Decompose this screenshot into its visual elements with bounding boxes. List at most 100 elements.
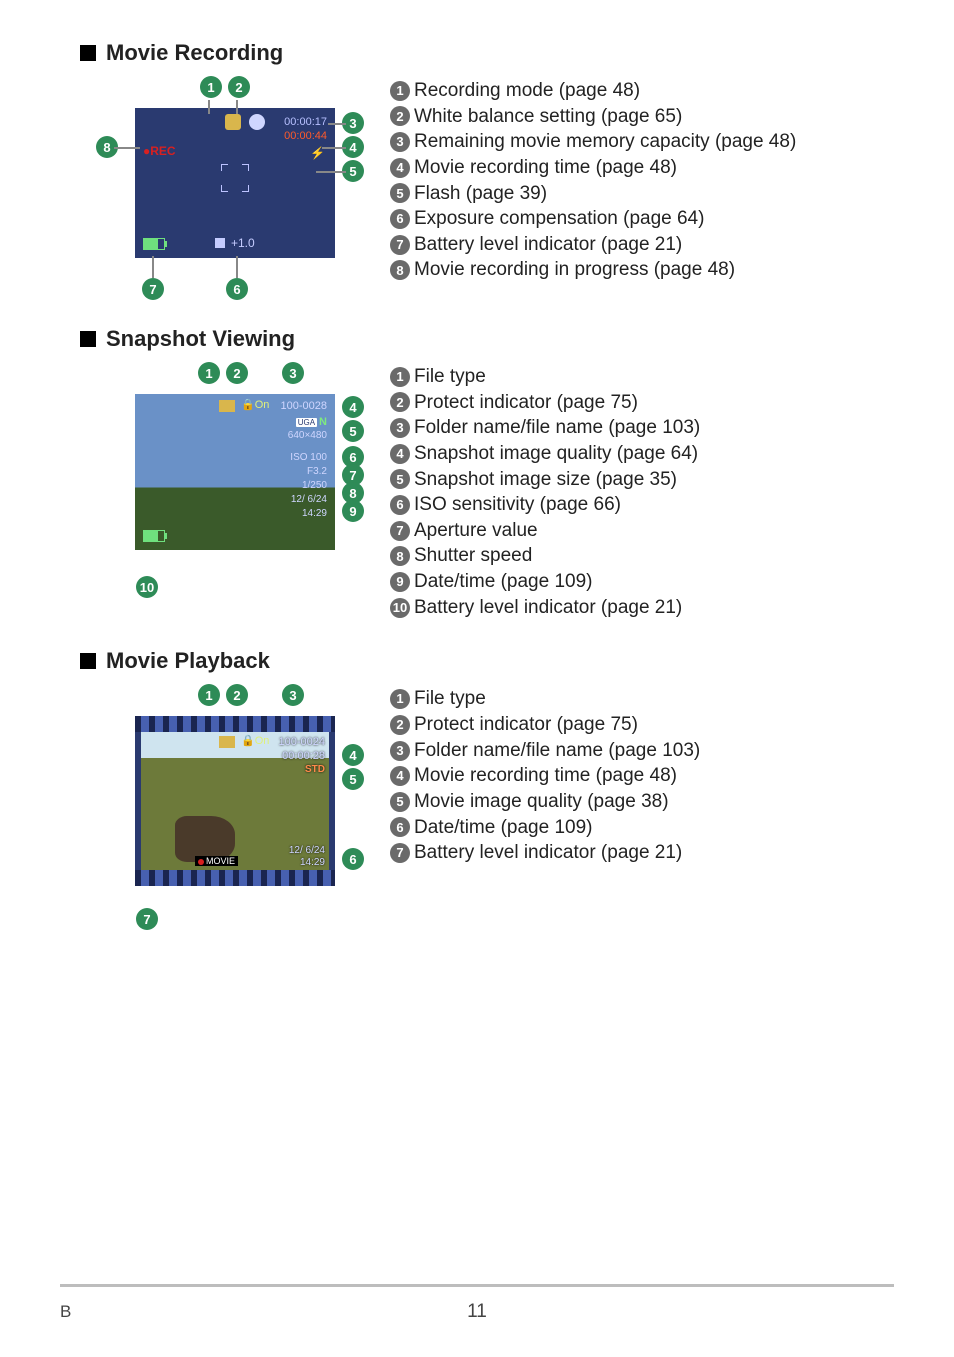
- legend-item: 8Shutter speed: [390, 543, 894, 569]
- legend-text: File type: [414, 686, 486, 712]
- legend-item: 5Snapshot image size (page 35): [390, 467, 894, 493]
- quality-indicator: UGA N: [296, 416, 327, 428]
- callout-9: 9: [342, 500, 364, 522]
- legend-item: 1File type: [390, 364, 894, 390]
- legend-text: File type: [414, 364, 486, 390]
- folder-file-text: 100-0028: [281, 400, 328, 412]
- callout-1: 1: [200, 76, 222, 98]
- aperture-text: F3.2: [307, 466, 327, 477]
- num-badge-1: 1: [390, 689, 410, 709]
- num-badge-3: 3: [390, 418, 410, 438]
- remaining-time-text: 00:00:44: [284, 130, 327, 142]
- legend-text: Movie recording time (page 48): [414, 763, 677, 789]
- callout-1: 1: [198, 362, 220, 384]
- battery-icon: [143, 238, 165, 250]
- manual-page: Movie Recording 00:00:17 00:00:44 ⚡ ●REC: [0, 0, 954, 1357]
- section-title: Movie Playback: [80, 648, 894, 674]
- record-dot-icon: [198, 859, 204, 865]
- footer-divider: [60, 1284, 894, 1287]
- num-badge-7: 7: [390, 843, 410, 863]
- lead-line: [208, 100, 210, 114]
- section-title-text: Snapshot Viewing: [106, 326, 295, 352]
- legend-text: Battery level indicator (page 21): [414, 595, 682, 621]
- recording-time-text: 00:00:17: [284, 116, 327, 128]
- legend-text: Movie recording time (page 48): [414, 155, 677, 181]
- num-badge-9: 9: [390, 572, 410, 592]
- legend-text: Folder name/file name (page 103): [414, 738, 700, 764]
- legend-item: 2Protect indicator (page 75): [390, 390, 894, 416]
- movie-quality-text: STD: [305, 764, 325, 775]
- exposure-compensation-display: +1.0: [215, 236, 255, 250]
- film-strip-top-icon: [135, 716, 335, 732]
- callout-7: 7: [136, 908, 158, 930]
- legend-item: 2White balance setting (page 65): [390, 104, 894, 130]
- legend-movie-recording: 1Recording mode (page 48) 2White balance…: [390, 78, 894, 283]
- legend-item: 5Flash (page 39): [390, 181, 894, 207]
- quality-letter: N: [319, 416, 327, 428]
- callout-7: 7: [142, 278, 164, 300]
- snapshot-viewing-thumbnail: 🔒On 100-0028 UGA N 640×480 ISO 100 F3.2 …: [110, 364, 360, 596]
- legend-item: 2Protect indicator (page 75): [390, 712, 894, 738]
- callout-3: 3: [282, 362, 304, 384]
- page-number: 11: [467, 1301, 487, 1323]
- date-text: 12/ 6/24: [289, 845, 325, 856]
- callout-5: 5: [342, 420, 364, 442]
- folder-file-text: 100-0024: [279, 736, 326, 748]
- legend-item: 6Date/time (page 109): [390, 815, 894, 841]
- num-badge-8: 8: [390, 260, 410, 280]
- file-type-icon: [219, 736, 235, 748]
- legend-item: 6Exposure compensation (page 64): [390, 206, 894, 232]
- legend-text: ISO sensitivity (page 66): [414, 492, 621, 518]
- lead-line: [316, 171, 346, 173]
- playback-screen: 🔒On 100-0024 00:00:28 STD 12/ 6/24 14:29…: [135, 716, 335, 886]
- lead-line: [322, 147, 346, 149]
- callout-2: 2: [226, 684, 248, 706]
- legend-text: Folder name/file name (page 103): [414, 415, 700, 441]
- snapshot-screen: 🔒On 100-0028 UGA N 640×480 ISO 100 F3.2 …: [135, 394, 335, 550]
- num-badge-6: 6: [390, 209, 410, 229]
- legend-movie-playback: 1File type 2Protect indicator (page 75) …: [390, 686, 894, 865]
- lead-line: [236, 100, 238, 114]
- legend-item: 7Battery level indicator (page 21): [390, 840, 894, 866]
- num-badge-2: 2: [390, 715, 410, 735]
- legend-item: 3Folder name/file name (page 103): [390, 415, 894, 441]
- num-badge-1: 1: [390, 367, 410, 387]
- film-strip-bottom-icon: [135, 870, 335, 886]
- num-badge-5: 5: [390, 183, 410, 203]
- num-badge-5: 5: [390, 792, 410, 812]
- recording-mode-icon: [225, 114, 241, 130]
- lead-line: [114, 147, 140, 149]
- time-text: 14:29: [300, 857, 325, 868]
- section-row: 🔒On 100-0028 UGA N 640×480 ISO 100 F3.2 …: [60, 364, 894, 620]
- shutter-text: 1/250: [302, 480, 327, 491]
- focus-frame-icon: [221, 164, 249, 192]
- file-type-icon: [219, 400, 235, 412]
- callout-1: 1: [198, 684, 220, 706]
- callout-4: 4: [342, 744, 364, 766]
- footer-left-label: B: [60, 1302, 71, 1322]
- protect-icon: 🔒On: [241, 398, 269, 411]
- num-badge-1: 1: [390, 81, 410, 101]
- legend-text: Battery level indicator (page 21): [414, 840, 682, 866]
- section-movie-recording: Movie Recording 00:00:17 00:00:44 ⚡ ●REC: [60, 40, 894, 298]
- section-title-text: Movie Recording: [106, 40, 283, 66]
- legend-item: 1Recording mode (page 48): [390, 78, 894, 104]
- rec-indicator: ●REC: [143, 144, 176, 158]
- date-text: 12/ 6/24: [291, 494, 327, 505]
- legend-text: Protect indicator (page 75): [414, 390, 638, 416]
- legend-text: Aperture value: [414, 518, 538, 544]
- section-title: Movie Recording: [80, 40, 894, 66]
- lead-line: [152, 256, 154, 278]
- battery-icon: [143, 530, 165, 542]
- movie-recording-thumbnail: 00:00:17 00:00:44 ⚡ ●REC +1.0 1 2 3: [110, 78, 360, 298]
- legend-snapshot-viewing: 1File type 2Protect indicator (page 75) …: [390, 364, 894, 620]
- num-badge-4: 4: [390, 766, 410, 786]
- num-badge-3: 3: [390, 132, 410, 152]
- num-badge-7: 7: [390, 521, 410, 541]
- recording-screen: 00:00:17 00:00:44 ⚡ ●REC +1.0: [135, 108, 335, 258]
- num-badge-4: 4: [390, 444, 410, 464]
- num-badge-4: 4: [390, 158, 410, 178]
- legend-item: 10Battery level indicator (page 21): [390, 595, 894, 621]
- legend-text: Movie recording in progress (page 48): [414, 257, 735, 283]
- white-balance-icon: [249, 114, 265, 130]
